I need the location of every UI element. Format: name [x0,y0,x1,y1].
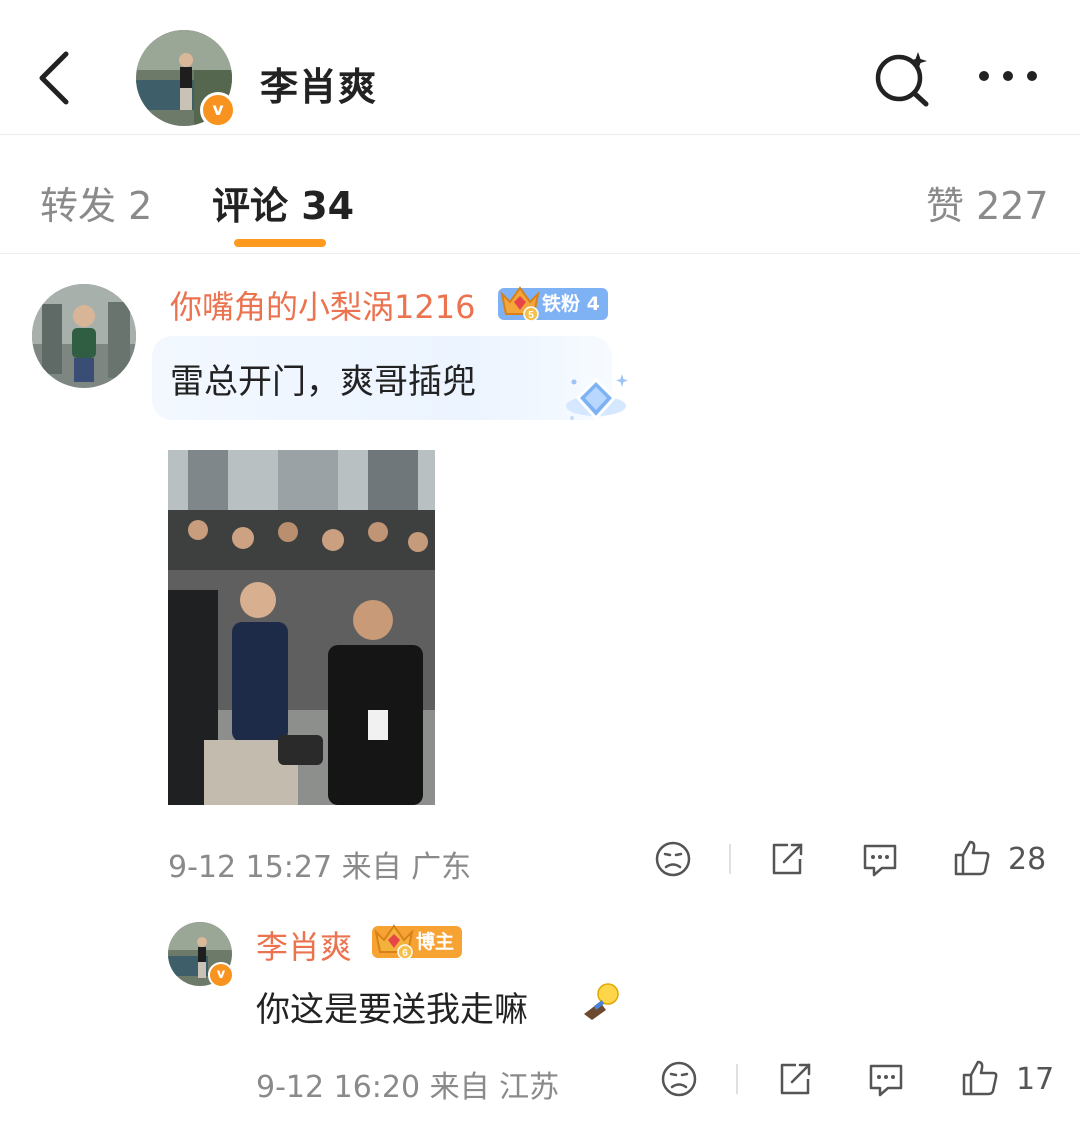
reply-text: 你这是要送我走嘛 [256,990,528,1030]
reply-dislike-face-icon[interactable] [660,1060,698,1098]
thumbs-up-icon[interactable] [952,838,992,878]
blogger-badge: 6 博主 [372,924,463,960]
blogger-badge-label: 博主 [416,931,455,953]
more-dots-icon[interactable] [976,60,1040,92]
reply-comment-icon[interactable] [866,1060,906,1100]
comment-icon[interactable] [860,840,900,880]
blogger-crown-icon: 6 [374,924,414,960]
reply-like-count: 17 [1016,1062,1055,1097]
commenter-avatar[interactable] [32,284,136,388]
share-icon[interactable] [768,840,806,878]
page-title: 李肖爽 [260,65,378,109]
comment-location: 来自 广东 [341,850,472,885]
reply-meta: 9-12 16:20 来自 江苏 [256,1062,559,1106]
top-nav-bar: v 李肖爽 [0,0,1080,135]
back-arrow-icon[interactable] [34,48,78,108]
tab-comment[interactable]: 评论 34 [212,175,354,230]
comment-like-count: 28 [1008,842,1047,877]
fan-badge-number: 4 [586,293,600,315]
tab-bar: 转发 2 评论 34 赞 227 [0,135,1080,254]
dislike-face-icon[interactable] [654,840,692,878]
reply-action-divider [736,1064,738,1094]
comment-image[interactable] [168,450,435,805]
search-sparkle-icon[interactable] [872,48,932,108]
comment-meta: 9-12 15:27 来自 广东 [168,842,471,886]
diamond-decoration-icon [566,374,628,421]
tab-repost[interactable]: 转发 2 [40,175,152,230]
crown-icon: 5 [500,286,540,322]
reply-thumbs-up-icon[interactable] [960,1058,1000,1098]
reply-location: 来自 江苏 [429,1070,560,1105]
iron-fan-badge: 5 铁粉 4 [498,286,608,322]
reply-username[interactable]: 李肖爽 [256,922,352,968]
verified-badge-icon: v [200,92,236,128]
comment-time: 9-12 15:27 [168,850,333,885]
reply-verified-badge-icon: v [208,962,234,988]
reply-time: 9-12 16:20 [256,1070,421,1105]
action-divider [729,844,731,874]
blogger-crown-level: 6 [402,948,408,959]
comment-text: 雷总开门，爽哥插兜 [170,362,476,402]
commenter-username[interactable]: 你嘴角的小梨涡1216 [170,282,475,328]
fan-badge-label: 铁粉 [542,293,581,315]
wave-emoji-icon [584,983,619,1020]
active-tab-indicator [234,239,326,247]
tab-like[interactable]: 赞 227 [926,175,1049,230]
reply-share-icon[interactable] [776,1060,814,1098]
crown-level: 5 [528,310,534,321]
